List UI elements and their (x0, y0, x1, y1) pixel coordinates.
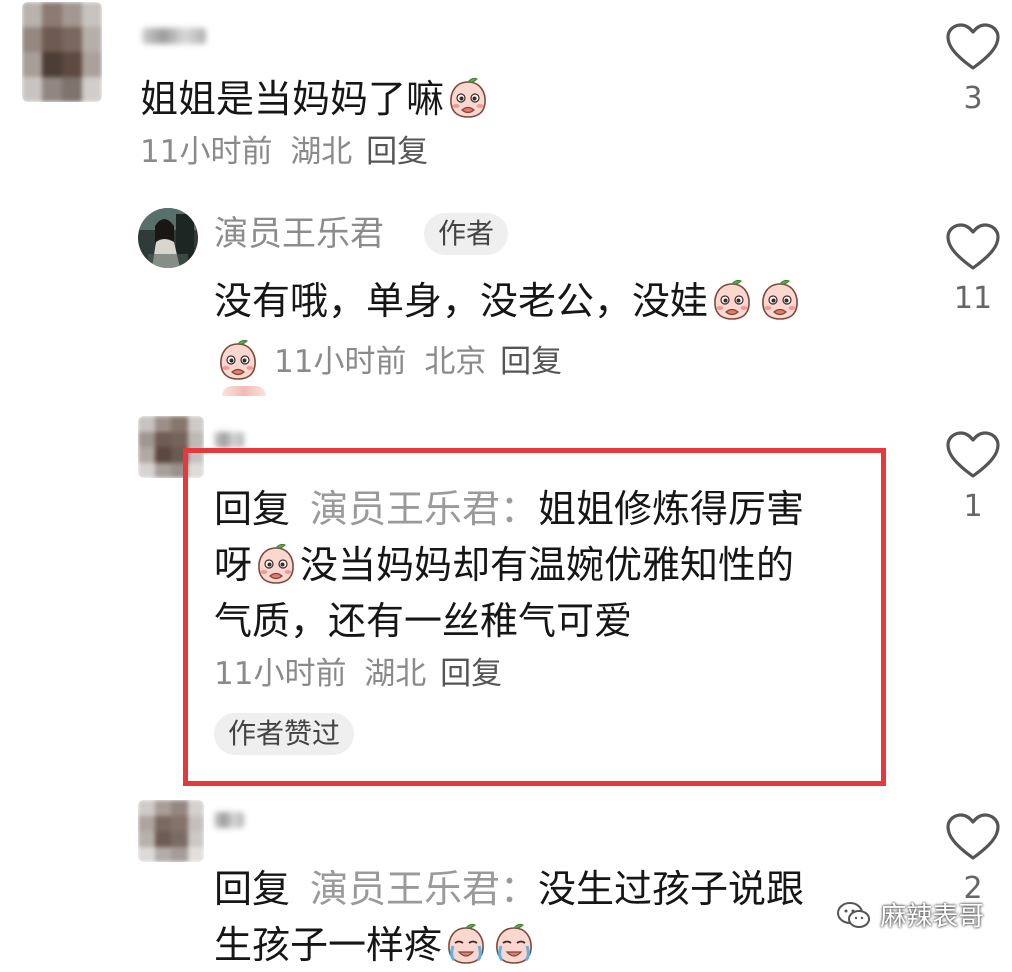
commenter-name-blurred[interactable] (214, 432, 244, 448)
author-liked-badge: 作者赞过 (214, 713, 355, 755)
like-button[interactable]: 2 (943, 812, 1003, 908)
reply-button[interactable]: 回复 (366, 134, 428, 170)
author-tag: 作者 (424, 213, 509, 255)
comment-time: 11小时前 (140, 134, 273, 170)
watermark-text: 麻辣表哥 (880, 902, 985, 932)
like-count: 11 (953, 281, 993, 316)
comment-meta: 11小时前 湖北 回复 (214, 654, 502, 694)
author-name[interactable]: 演员王乐君 (214, 212, 384, 256)
like-button[interactable]: 3 (943, 22, 1003, 118)
author-avatar-image (138, 208, 198, 268)
comment-location: 北京 (424, 344, 487, 380)
comment-time: 11小时前 (274, 344, 407, 380)
peach-crying-emoji (444, 922, 488, 966)
wechat-icon (837, 902, 870, 928)
peach-shy-emoji (254, 542, 298, 586)
like-button[interactable]: 1 (943, 430, 1003, 526)
comment-text-line-1: 回复 演员王乐君：没生过孩子说跟 (214, 867, 805, 911)
peach-crying-emoji (492, 922, 536, 966)
peach-shy-emoji (758, 278, 802, 322)
comment-text: 姐姐是当妈妈了嘛 (140, 72, 492, 126)
reply-button[interactable]: 回复 (500, 344, 562, 380)
comment-meta: 11小时前 北京 回复 (214, 338, 562, 382)
comment-text: 没有哦，单身，没老公，没娃 (214, 274, 804, 328)
commenter-name-blurred[interactable] (214, 812, 244, 828)
peach-shy-emoji (216, 338, 260, 382)
heart-outline-icon (945, 22, 1001, 72)
heart-outline-icon (945, 812, 1001, 862)
heart-outline-icon (945, 222, 1001, 272)
like-count: 3 (963, 81, 983, 116)
watermark: 麻辣表哥 (836, 896, 984, 933)
like-button[interactable]: 11 (943, 222, 1003, 318)
comment-meta: 11小时前 湖北 回复 (140, 132, 428, 172)
reply-button[interactable]: 回复 (440, 656, 502, 692)
comment-location: 湖北 (364, 656, 427, 692)
comment-text-line-2: 生孩子一样疼 (214, 918, 538, 972)
heart-outline-icon (945, 430, 1001, 480)
reply-to-name[interactable]: 演员王乐君： (310, 487, 538, 531)
commenter-avatar-blurred[interactable] (22, 2, 102, 102)
comment-time: 11小时前 (214, 656, 347, 692)
comment-text-line-3: 气质，还有一丝稚气可爱 (214, 599, 633, 643)
peach-shy-emoji (446, 76, 490, 120)
partial-emoji-fragment (222, 386, 266, 396)
commenter-name-blurred[interactable] (142, 28, 206, 44)
reply-to-name[interactable]: 演员王乐君： (310, 867, 538, 911)
comment-text-line-1: 回复 演员王乐君：姐姐修炼得厉害 (214, 487, 805, 531)
commenter-avatar-blurred[interactable] (138, 800, 204, 862)
like-count: 1 (963, 489, 983, 524)
author-avatar[interactable] (138, 208, 198, 268)
comment-location: 湖北 (290, 134, 353, 170)
comment-text-line-2: 呀没当妈妈却有温婉优雅知性的 (214, 542, 795, 587)
peach-shy-emoji (710, 278, 754, 322)
